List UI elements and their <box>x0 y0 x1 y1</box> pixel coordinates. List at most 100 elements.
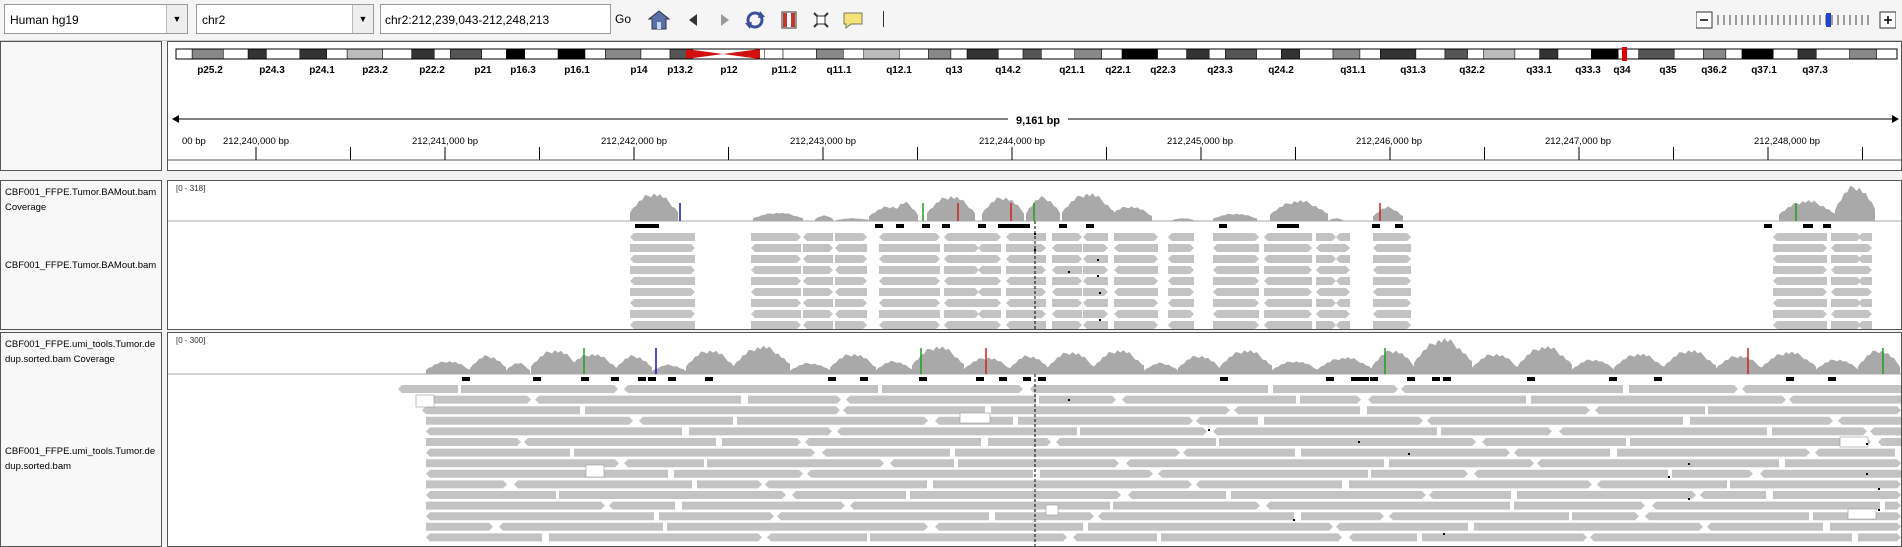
reads-track-2[interactable] <box>398 385 1901 542</box>
coverage-block <box>753 212 803 221</box>
feature-mark <box>1351 377 1369 381</box>
aligned-read <box>1083 277 1108 285</box>
aligned-read <box>1264 233 1312 241</box>
aligned-read <box>1128 491 1226 499</box>
zoom-slider[interactable] <box>1695 10 1897 30</box>
alignment-view-1[interactable]: [0 - 318] <box>168 181 1901 329</box>
aligned-read <box>1870 427 1901 436</box>
aligned-read <box>1401 385 1623 393</box>
aligned-read <box>1831 266 1861 274</box>
aligned-read <box>1316 288 1336 296</box>
aligned-read <box>426 522 493 531</box>
aligned-read <box>630 266 695 274</box>
ideogram-band <box>299 48 327 60</box>
header-name-panel <box>0 41 162 171</box>
aligned-read <box>630 277 695 285</box>
ideogram-band <box>843 48 865 60</box>
coverage-block <box>790 362 830 374</box>
locus-input[interactable]: chr2:212,239,043-212,248,213 <box>380 4 611 34</box>
coverage-block <box>506 362 530 374</box>
feature-mark <box>978 224 986 228</box>
ideogram-band <box>326 48 348 60</box>
aligned-read <box>1373 288 1411 296</box>
data-panel-2[interactable]: [0 - 300] <box>167 332 1902 547</box>
track-name-coverage-2[interactable]: CBF001_FFPE.umi_tools.Tumor.dedup.sorted… <box>5 337 159 367</box>
region-of-interest-icon[interactable] <box>778 9 800 31</box>
coverage-block <box>1220 350 1272 374</box>
alignment-view-2[interactable]: [0 - 300] <box>168 333 1901 546</box>
feature-mark <box>533 377 541 381</box>
aligned-read <box>609 501 675 510</box>
zoom-widget[interactable] <box>1695 10 1897 30</box>
ideogram-band <box>1444 48 1468 60</box>
reads-track-1[interactable] <box>630 233 1872 329</box>
aligned-read <box>426 427 682 436</box>
chevron-down-icon: ▼ <box>352 5 373 33</box>
aligned-read <box>1690 416 1833 425</box>
ideogram-band-label: q35 <box>1659 65 1677 76</box>
aligned-read <box>944 266 979 274</box>
aligned-read <box>524 438 716 446</box>
feature-mark <box>1823 224 1831 228</box>
track-name-alignment-1[interactable]: CBF001_FFPE.Tumor.BAMout.bam <box>5 258 159 273</box>
popup-info-icon[interactable] <box>842 9 864 31</box>
aligned-read <box>944 255 979 263</box>
back-arrow-icon[interactable] <box>682 9 704 31</box>
aligned-read <box>751 310 801 318</box>
aligned-read <box>1006 233 1046 241</box>
coverage-track-2[interactable] <box>426 338 1900 374</box>
home-icon[interactable] <box>648 9 670 31</box>
mismatch-dot <box>1878 488 1880 490</box>
ideogram-band-label: q34 <box>1613 65 1631 76</box>
aligned-read <box>1831 310 1861 318</box>
aligned-read <box>1052 233 1082 241</box>
aligned-read <box>944 321 979 329</box>
genome-dropdown[interactable]: Human hg19 ▼ <box>4 4 188 34</box>
aligned-read <box>1773 299 1827 307</box>
chromosome-ideogram[interactable]: 9,161 bp 00 bp 212,240,000 bp 212,241,000 … <box>168 42 1901 170</box>
aligned-read <box>835 321 867 329</box>
coverage-block <box>1518 346 1572 374</box>
feature-mark <box>942 224 950 228</box>
data-panel-1[interactable]: [0 - 318] <box>167 180 1902 330</box>
feature-mark <box>668 377 676 381</box>
aligned-read <box>1052 277 1082 285</box>
aligned-read <box>624 385 878 393</box>
aligned-read <box>1168 310 1194 318</box>
aligned-read <box>835 244 867 252</box>
ideogram-band-label: p25.2 <box>197 65 223 76</box>
feature-mark <box>1086 224 1094 228</box>
aligned-read <box>1264 321 1312 329</box>
chromosome-dropdown[interactable]: chr2 ▼ <box>196 4 374 34</box>
aligned-read <box>835 310 867 318</box>
aligned-read <box>1373 277 1411 285</box>
fit-window-icon[interactable] <box>810 9 832 31</box>
mismatch-dot <box>1668 476 1670 478</box>
forward-arrow-icon[interactable] <box>714 9 736 31</box>
aligned-read <box>978 321 1001 329</box>
aligned-read <box>1052 310 1082 318</box>
aligned-read <box>978 244 1001 252</box>
aligned-read <box>1373 255 1411 263</box>
coverage-track-1[interactable] <box>630 185 1875 221</box>
aligned-read <box>933 480 1192 489</box>
coverage-block <box>1779 200 1835 221</box>
go-button[interactable]: Go <box>612 4 634 34</box>
aligned-read <box>1114 277 1158 285</box>
ideogram-band <box>557 48 586 60</box>
aligned-read <box>1474 469 1668 478</box>
ideogram-band <box>1041 48 1075 60</box>
ideogram-band <box>928 48 952 60</box>
track-name-coverage-1[interactable]: CBF001_FFPE.Tumor.BAMout.bam Coverage <box>5 185 159 215</box>
aligned-read <box>978 277 1001 285</box>
aligned-read <box>1371 469 1468 478</box>
feature-mark <box>638 377 646 381</box>
aligned-read <box>1052 244 1082 252</box>
aligned-read <box>1083 288 1108 296</box>
aligned-read <box>751 244 801 252</box>
refresh-icon[interactable] <box>744 9 766 31</box>
ideogram-band <box>1557 48 1592 60</box>
aligned-read <box>549 533 762 542</box>
aligned-read <box>835 288 867 296</box>
track-name-alignment-2[interactable]: CBF001_FFPE.umi_tools.Tumor.dedup.sorted… <box>5 444 159 474</box>
